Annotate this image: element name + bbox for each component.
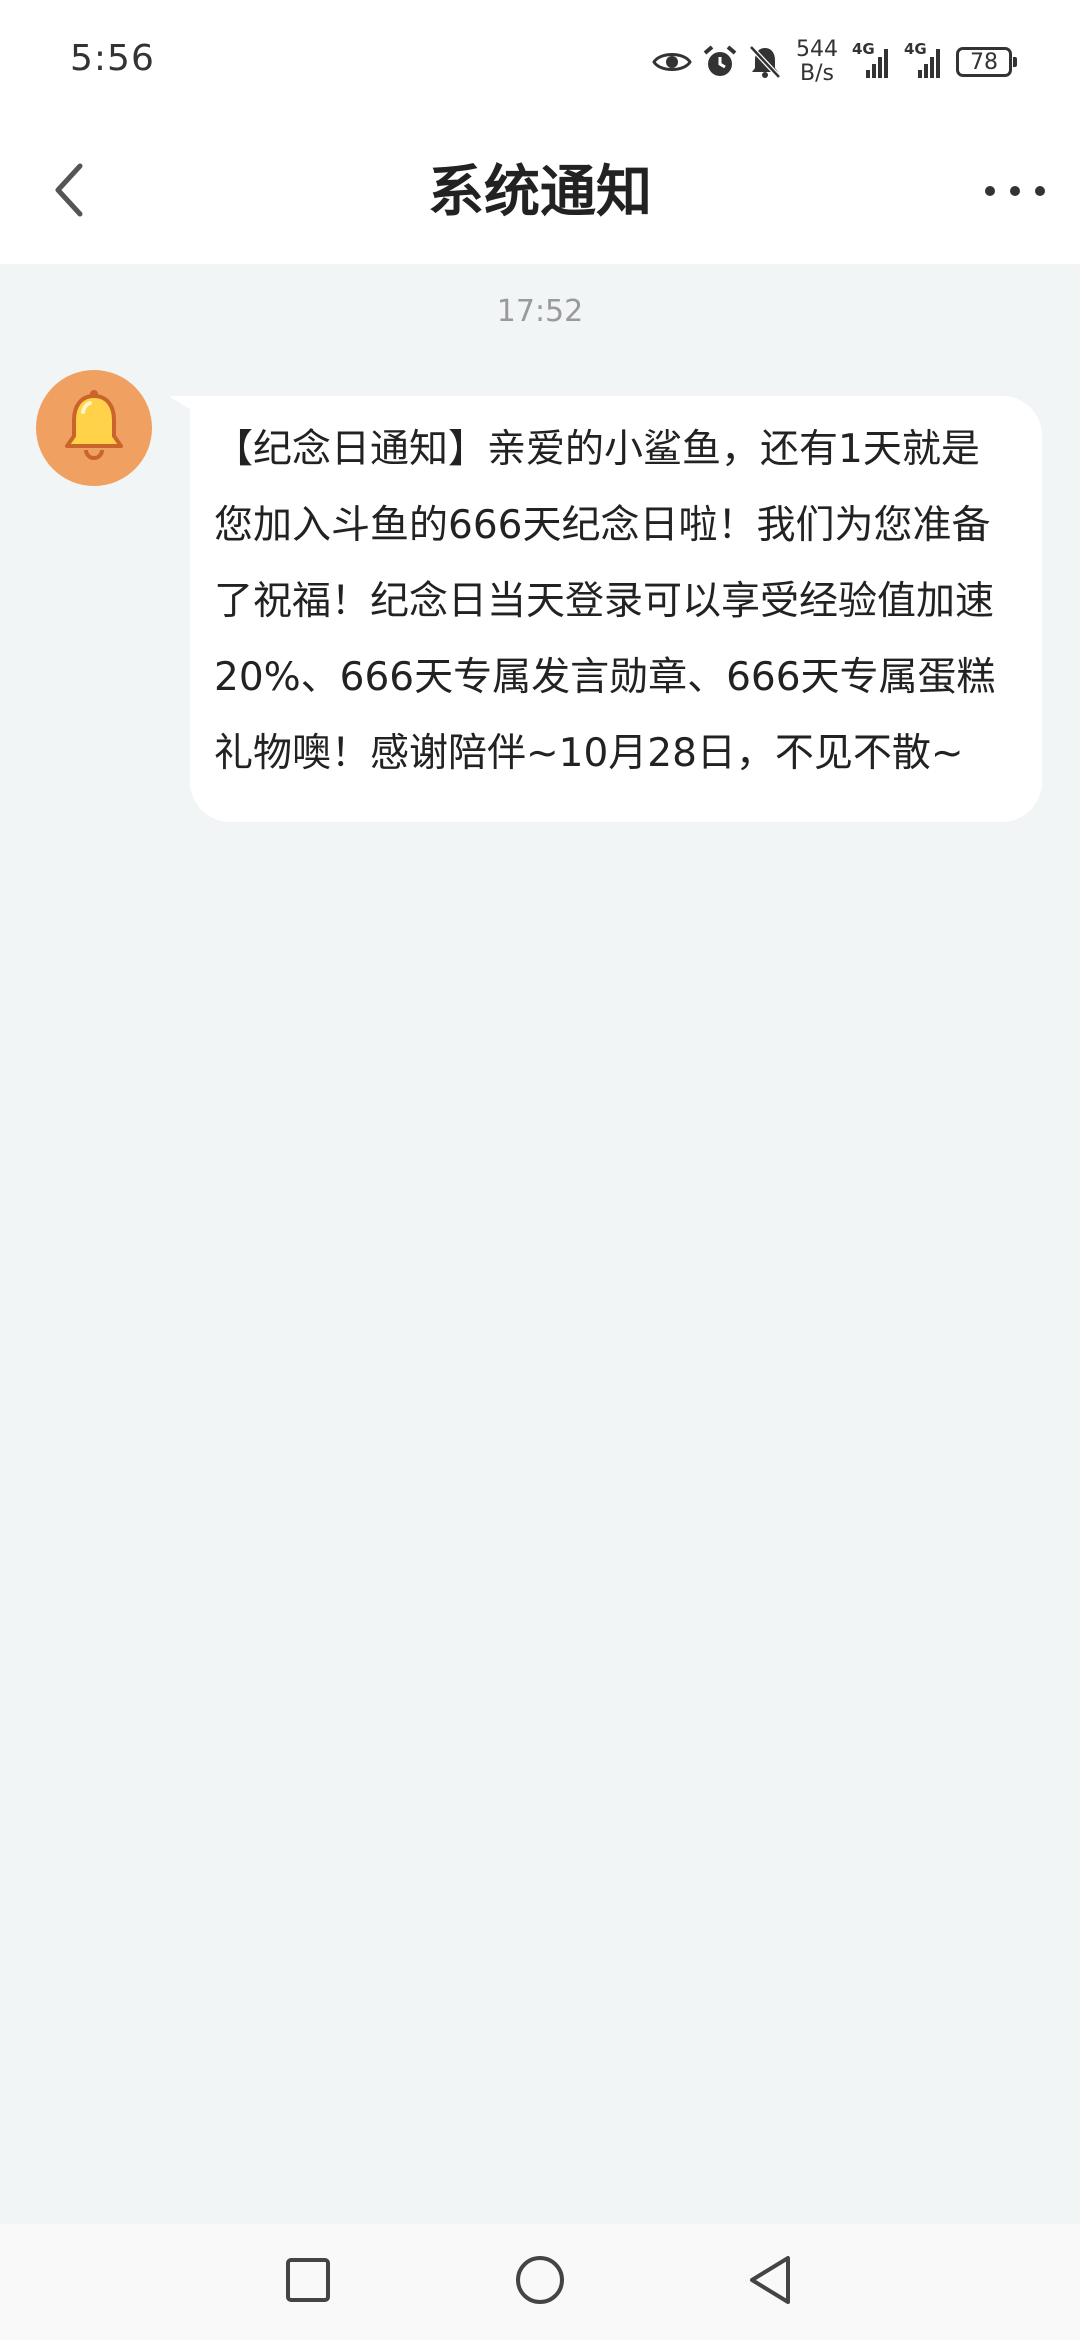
triangle-back-icon bbox=[746, 2254, 794, 2310]
bell-off-icon bbox=[748, 44, 782, 80]
chevron-left-icon bbox=[48, 160, 88, 224]
system-back-button[interactable] bbox=[734, 2246, 806, 2318]
bell-icon bbox=[59, 388, 129, 468]
network-speed-unit: B/s bbox=[800, 61, 834, 86]
back-button[interactable] bbox=[28, 152, 108, 232]
signal-icon: 4G bbox=[852, 40, 894, 80]
chat-area[interactable]: 17:52 【纪念日通知】亲爱的小鲨鱼，还有1天就是您加入斗鱼的666天纪念日啦… bbox=[0, 264, 1080, 2224]
recent-apps-button[interactable] bbox=[272, 2246, 344, 2318]
page-title: 系统通知 bbox=[428, 160, 652, 225]
network-speed: 544 B/s bbox=[796, 38, 838, 86]
eye-icon bbox=[652, 48, 692, 76]
avatar[interactable] bbox=[36, 370, 152, 486]
message-bubble[interactable]: 【纪念日通知】亲爱的小鲨鱼，还有1天就是您加入斗鱼的666天纪念日啦！我们为您准… bbox=[190, 396, 1042, 822]
status-icons: 544 B/s 4G 4G 78 bbox=[652, 30, 1017, 94]
message-timestamp: 17:52 bbox=[496, 294, 584, 329]
status-time: 5:56 bbox=[70, 38, 155, 79]
message-text: 【纪念日通知】亲爱的小鲨鱼，还有1天就是您加入斗鱼的666天纪念日啦！我们为您准… bbox=[214, 427, 996, 776]
signal-label: 4G bbox=[904, 40, 927, 58]
network-speed-value: 544 bbox=[796, 37, 838, 62]
home-button[interactable] bbox=[504, 2246, 576, 2318]
more-button[interactable] bbox=[970, 152, 1060, 232]
bottom-nav bbox=[0, 2224, 1080, 2340]
signal-label: 4G bbox=[852, 40, 875, 58]
more-horizontal-icon bbox=[983, 183, 1047, 202]
battery-icon: 78 bbox=[956, 47, 1017, 77]
battery-level: 78 bbox=[970, 49, 998, 75]
square-icon bbox=[285, 2257, 331, 2307]
circle-icon bbox=[514, 2254, 566, 2310]
header: 系统通知 bbox=[0, 122, 1080, 264]
alarm-icon bbox=[702, 44, 738, 80]
status-bar: 5:56 544 B/s 4G 4G 78 bbox=[0, 0, 1080, 122]
signal-icon: 4G bbox=[904, 40, 946, 80]
